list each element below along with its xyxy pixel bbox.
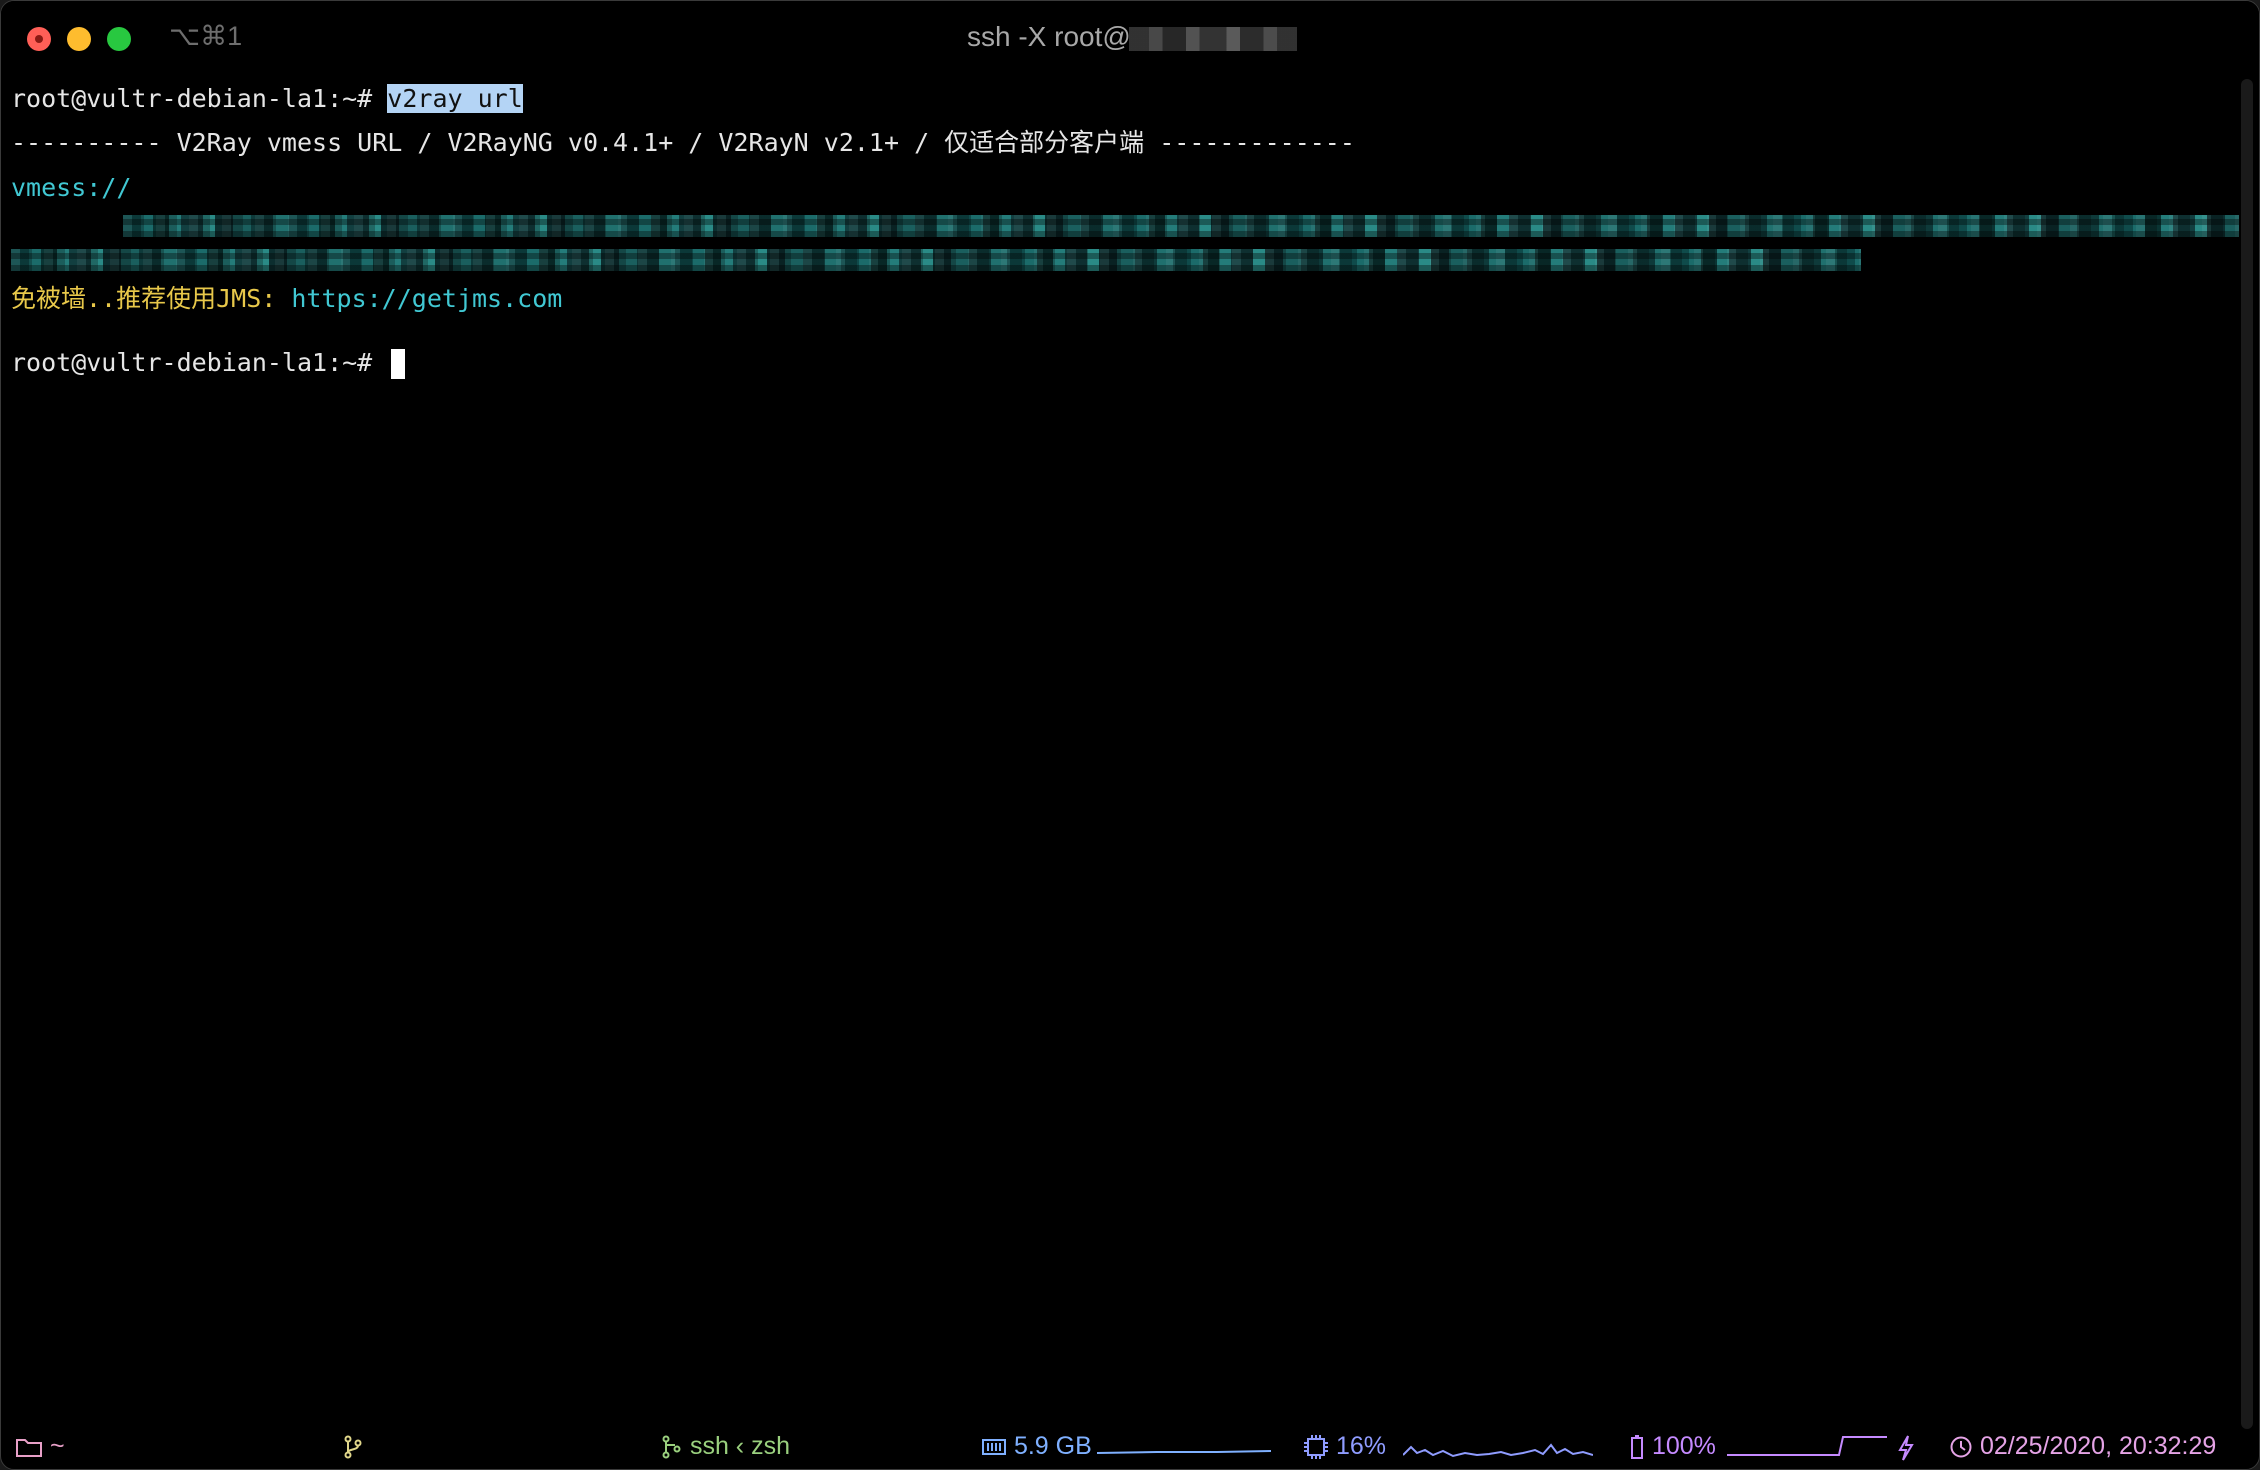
cpu-sparkline <box>1403 1443 1593 1458</box>
session-component[interactable]: ssh ‹ zsh <box>661 1431 790 1461</box>
clock-component[interactable]: 02/25/2020, 20:32:29 <box>1949 1431 2216 1461</box>
jms-text: 免被墙..推荐使用JMS: <box>11 284 292 313</box>
git-branch-icon <box>344 1435 362 1459</box>
session-icon <box>662 1435 681 1459</box>
text-cursor <box>391 349 406 379</box>
memory-icon <box>982 1439 1006 1456</box>
session-label: ssh ‹ zsh <box>689 1432 790 1460</box>
redacted-vmess-url-part1 <box>123 215 2239 237</box>
lightning-icon <box>1898 1435 1914 1461</box>
command-line: root@vultr-debian-la1:~# v2ray url <box>11 83 523 115</box>
cpu-component[interactable]: 16% <box>1303 1431 1386 1461</box>
redacted-host <box>1129 27 1297 51</box>
cpu-label: 16% <box>1335 1432 1386 1460</box>
jms-link[interactable]: https://getjms.com <box>291 284 562 313</box>
window-title: ssh -X root@ <box>967 21 1131 52</box>
redacted-vmess-url-part2 <box>11 249 1861 271</box>
vmess-url-prefix[interactable]: vmess:// <box>11 172 131 204</box>
shell-prompt-2: root@vultr-debian-la1:~# <box>11 348 388 377</box>
git-component[interactable] <box>343 1431 363 1461</box>
cwd-component[interactable]: ~ <box>15 1431 65 1461</box>
clock-icon <box>1950 1436 1972 1458</box>
status-bar: ~ ssh ‹ zsh 5.9 GB 16% 100% 02/25/2020, … <box>1 1423 2259 1469</box>
cpu-icon <box>1304 1435 1328 1460</box>
cwd-label: ~ <box>49 1432 65 1460</box>
memory-label: 5.9 GB <box>1013 1432 1092 1460</box>
title-bar: ⌥⌘1 ssh -X root@ <box>1 1 2259 75</box>
terminal-output[interactable]: root@vultr-debian-la1:~# v2ray url -----… <box>11 75 2239 858</box>
datetime-label: 02/25/2020, 20:32:29 <box>1979 1432 2217 1460</box>
shell-prompt: root@vultr-debian-la1:~# <box>11 84 388 113</box>
tab-shortcut-label: ⌥⌘1 <box>169 21 243 51</box>
jms-line: 免被墙..推荐使用JMS: https://getjms.com <box>11 283 562 315</box>
memory-component[interactable]: 5.9 GB <box>981 1431 1092 1461</box>
scrollbar[interactable] <box>2241 79 2253 1429</box>
folder-icon <box>16 1439 42 1458</box>
battery-label: 100% <box>1651 1432 1716 1460</box>
minimize-button[interactable] <box>67 27 91 51</box>
maximize-button[interactable] <box>107 27 131 51</box>
output-header-line: ---------- V2Ray vmess URL / V2RayNG v0.… <box>11 128 1355 157</box>
battery-sparkline <box>1727 1436 1887 1456</box>
battery-icon <box>1631 1435 1643 1460</box>
battery-component[interactable]: 100% <box>1629 1431 1716 1461</box>
memory-sparkline <box>1097 1450 1271 1454</box>
prompt-line: root@vultr-debian-la1:~# <box>11 347 406 379</box>
close-button[interactable] <box>27 27 51 51</box>
terminal-window: ⌥⌘1 ssh -X root@ root@vultr-debian-la1:~… <box>0 0 2260 1470</box>
selected-command[interactable]: v2ray url <box>387 84 523 113</box>
